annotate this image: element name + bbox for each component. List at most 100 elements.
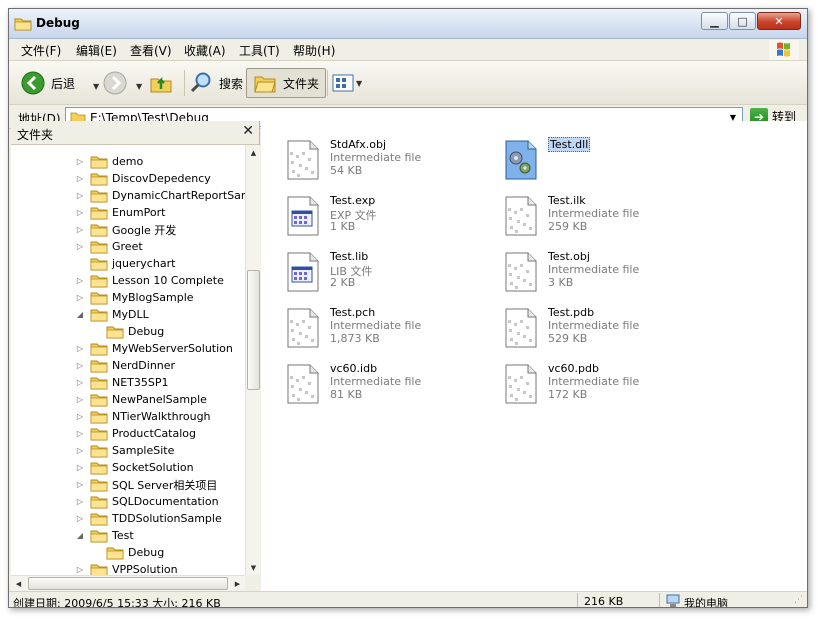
up-folder-button[interactable] bbox=[149, 68, 173, 98]
menu-bar: 文件(F) 编辑(E) 查看(V) 收藏(A) 工具(T) 帮助(H) bbox=[9, 39, 807, 61]
file-item[interactable]: Test.pdb Intermediate file 529 KB bbox=[500, 306, 710, 356]
back-button[interactable]: 后退 bbox=[21, 68, 75, 98]
minimize-button[interactable]: ▁ bbox=[701, 12, 728, 30]
menu-favorites[interactable]: 收藏(A) bbox=[184, 42, 226, 59]
file-item[interactable]: vc60.idb Intermediate file 81 KB bbox=[282, 362, 492, 412]
tree-item[interactable]: ▷ EnumPort bbox=[75, 204, 166, 221]
back-dropdown-icon[interactable]: ▼ bbox=[93, 82, 99, 91]
folders-button[interactable]: 文件夹 bbox=[246, 68, 327, 98]
views-button[interactable]: ▼ bbox=[332, 68, 362, 98]
folder-icon bbox=[90, 462, 108, 474]
tree-item[interactable]: ◢ MyDLL bbox=[75, 306, 149, 323]
file-item[interactable]: Test.ilk Intermediate file 259 KB bbox=[500, 194, 710, 244]
expand-icon[interactable]: ▷ bbox=[75, 293, 85, 302]
expand-icon[interactable]: ▷ bbox=[75, 208, 85, 217]
tree-item[interactable]: ▷ DiscovDepedency bbox=[75, 170, 211, 187]
expand-icon[interactable]: ▷ bbox=[75, 225, 85, 234]
expand-icon[interactable]: ▷ bbox=[75, 429, 85, 438]
maximize-button[interactable]: □ bbox=[729, 12, 756, 30]
expand-icon[interactable]: ▷ bbox=[75, 344, 85, 353]
expand-icon[interactable]: ▷ bbox=[75, 514, 85, 523]
tree-item[interactable]: ▷ demo bbox=[75, 153, 143, 170]
menu-file[interactable]: 文件(F) bbox=[21, 42, 61, 59]
expand-icon[interactable]: ▷ bbox=[75, 242, 85, 251]
tree-item[interactable]: ▷ NTierWalkthrough bbox=[75, 408, 211, 425]
tree-item[interactable]: ▷ NerdDinner bbox=[75, 357, 175, 374]
tree-item[interactable]: ▷ TDDSolutionSample bbox=[75, 510, 222, 527]
tree-item[interactable]: ▷ NewPanelSample bbox=[75, 391, 207, 408]
expand-icon[interactable]: ▷ bbox=[75, 361, 85, 370]
resize-grip-icon[interactable]: ⋰ bbox=[794, 595, 806, 607]
file-item[interactable]: Test.lib LIB 文件 2 KB bbox=[282, 250, 492, 300]
file-item[interactable]: Test.obj Intermediate file 3 KB bbox=[500, 250, 710, 300]
menu-edit[interactable]: 编辑(E) bbox=[76, 42, 117, 59]
file-size: 1 KB bbox=[330, 220, 356, 233]
file-item[interactable]: vc60.pdb Intermediate file 172 KB bbox=[500, 362, 710, 412]
tree-item[interactable]: ▷ NET35SP1 bbox=[75, 374, 169, 391]
file-item[interactable]: StdAfx.obj Intermediate file 54 KB bbox=[282, 138, 492, 188]
close-button[interactable]: ✕ bbox=[757, 12, 801, 30]
folder-icon bbox=[90, 258, 108, 270]
scroll-left-icon[interactable]: ◀ bbox=[11, 576, 26, 591]
tree-item[interactable]: Debug bbox=[97, 544, 164, 561]
folder-icon bbox=[14, 18, 32, 31]
title-bar[interactable]: Debug ▁ □ ✕ bbox=[9, 9, 807, 39]
vertical-scrollbar[interactable]: ▲ ▼ bbox=[245, 145, 260, 575]
tree-item[interactable]: ▷ Lesson 10 Complete bbox=[75, 272, 224, 289]
expand-icon[interactable]: ▷ bbox=[75, 463, 85, 472]
expand-icon[interactable]: ▷ bbox=[75, 480, 85, 489]
tree-item-label: SQLDocumentation bbox=[112, 495, 219, 508]
h-scroll-thumb[interactable] bbox=[28, 577, 228, 590]
tree-item[interactable]: ▷ SQLDocumentation bbox=[75, 493, 219, 510]
scroll-down-icon[interactable]: ▼ bbox=[246, 560, 261, 575]
folder-icon bbox=[90, 479, 108, 491]
file-item[interactable]: Test.exp EXP 文件 1 KB bbox=[282, 194, 492, 244]
generic-file-icon bbox=[505, 308, 537, 348]
expand-icon[interactable]: ▷ bbox=[75, 395, 85, 404]
tree-item[interactable]: ▷ MyBlogSample bbox=[75, 289, 194, 306]
file-list: StdAfx.obj Intermediate file 54 KB Test.dll… bbox=[261, 121, 807, 591]
expand-icon[interactable]: ▷ bbox=[75, 276, 85, 285]
search-button[interactable]: 搜索 bbox=[189, 68, 243, 98]
tree-item[interactable]: ▷ MyWebServerSolution bbox=[75, 340, 233, 357]
tree-item[interactable]: ▷ DynamicChartReportSample bbox=[75, 187, 245, 204]
close-pane-icon[interactable]: ✕ bbox=[242, 123, 254, 139]
expand-icon[interactable]: ▷ bbox=[75, 157, 85, 166]
expand-icon[interactable]: ▷ bbox=[75, 446, 85, 455]
file-item[interactable]: Test.pch Intermediate file 1,873 KB bbox=[282, 306, 492, 356]
tree-item[interactable]: ▷ SocketSolution bbox=[75, 459, 194, 476]
file-size: 2 KB bbox=[330, 276, 356, 289]
my-computer-icon bbox=[666, 594, 680, 607]
tree-item[interactable]: ◢ Test bbox=[75, 527, 134, 544]
expand-icon[interactable]: ▷ bbox=[75, 191, 85, 200]
tree-item[interactable]: jquerychart bbox=[75, 255, 175, 272]
scroll-right-icon[interactable]: ▶ bbox=[230, 576, 245, 591]
tree-item[interactable]: ▷ ProductCatalog bbox=[75, 425, 196, 442]
file-item[interactable]: Test.dll bbox=[500, 137, 710, 188]
expand-icon[interactable]: ▷ bbox=[75, 412, 85, 421]
tree-item[interactable]: ▷ Google 开发 bbox=[75, 221, 176, 238]
expand-icon[interactable]: ▷ bbox=[75, 174, 85, 183]
expand-icon[interactable]: ▷ bbox=[75, 497, 85, 506]
tree-item-label: Test bbox=[112, 529, 134, 542]
tree-item[interactable]: ▷ SQL Server相关项目 bbox=[75, 476, 217, 493]
tree-item[interactable]: ▷ VPPSolution bbox=[75, 561, 178, 575]
expand-icon[interactable]: ▷ bbox=[75, 378, 85, 387]
tree-item[interactable]: ▷ SampleSite bbox=[75, 442, 174, 459]
horizontal-scrollbar[interactable]: ◀ ▶ bbox=[11, 575, 245, 591]
forward-dropdown-icon[interactable]: ▼ bbox=[136, 82, 142, 91]
file-type: Intermediate file bbox=[330, 375, 422, 388]
expand-icon[interactable]: ▷ bbox=[75, 565, 85, 574]
collapse-icon[interactable]: ◢ bbox=[75, 310, 85, 319]
file-size: 172 KB bbox=[548, 388, 588, 401]
tree-item[interactable]: Debug bbox=[97, 323, 164, 340]
folder-icon bbox=[90, 292, 108, 304]
menu-help[interactable]: 帮助(H) bbox=[293, 42, 335, 59]
collapse-icon[interactable]: ◢ bbox=[75, 531, 85, 540]
menu-tools[interactable]: 工具(T) bbox=[239, 42, 280, 59]
scroll-up-icon[interactable]: ▲ bbox=[246, 145, 261, 160]
forward-button[interactable] bbox=[103, 68, 127, 98]
scroll-thumb[interactable] bbox=[247, 270, 260, 390]
menu-view[interactable]: 查看(V) bbox=[130, 42, 172, 59]
tree-item[interactable]: ▷ Greet bbox=[75, 238, 143, 255]
